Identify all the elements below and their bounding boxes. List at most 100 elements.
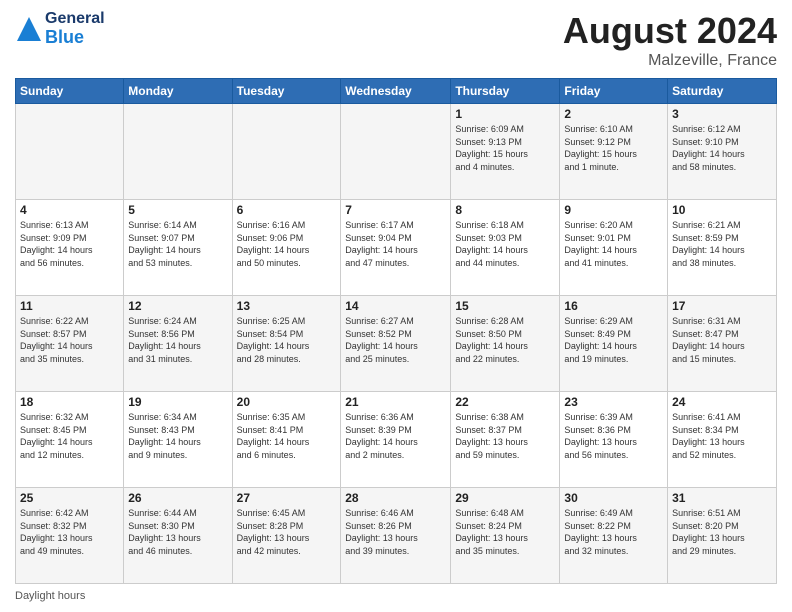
day-number: 2 <box>564 107 663 121</box>
day-cell: 27 Sunrise: 6:45 AM Sunset: 8:28 PM Dayli… <box>232 488 341 584</box>
week-row-0: 1Sunrise: 6:09 AM Sunset: 9:13 PM Daylig… <box>16 104 777 200</box>
day-cell: 24 Sunrise: 6:41 AM Sunset: 8:34 PM Dayli… <box>668 392 777 488</box>
day-info: Sunrise: 6:41 AM Sunset: 8:34 PM Dayligh… <box>672 411 772 461</box>
header-day-thursday: Thursday <box>451 79 560 104</box>
day-cell: 12 Sunrise: 6:24 AM Sunset: 8:56 PM Dayli… <box>124 296 232 392</box>
day-info: Sunrise: 6:49 AM Sunset: 8:22 PM Dayligh… <box>564 507 663 557</box>
day-info: Sunrise: 6:39 AM Sunset: 8:36 PM Dayligh… <box>564 411 663 461</box>
logo: General Blue <box>15 10 105 47</box>
day-cell: 5Sunrise: 6:14 AM Sunset: 9:07 PM Daylig… <box>124 200 232 296</box>
day-info: Sunrise: 6:44 AM Sunset: 8:30 PM Dayligh… <box>128 507 227 557</box>
page: General Blue August 2024 Malzeville, Fra… <box>0 0 792 612</box>
week-row-3: 18Sunrise: 6:32 AM Sunset: 8:45 PM Dayli… <box>16 392 777 488</box>
day-info: Sunrise: 6:35 AM Sunset: 8:41 PM Dayligh… <box>237 411 337 461</box>
day-info: Sunrise: 6:45 AM Sunset: 8:28 PM Dayligh… <box>237 507 337 557</box>
day-cell: 8Sunrise: 6:18 AM Sunset: 9:03 PM Daylig… <box>451 200 560 296</box>
day-number: 29 <box>455 491 555 505</box>
day-cell: 2Sunrise: 6:10 AM Sunset: 9:12 PM Daylig… <box>560 104 668 200</box>
footer: Daylight hours <box>15 590 777 602</box>
day-number: 8 <box>455 203 555 217</box>
day-cell <box>124 104 232 200</box>
day-info: Sunrise: 6:34 AM Sunset: 8:43 PM Dayligh… <box>128 411 227 461</box>
week-row-1: 4 Sunrise: 6:13 AM Sunset: 9:09 PM Daylig… <box>16 200 777 296</box>
day-cell: 13Sunrise: 6:25 AM Sunset: 8:54 PM Dayli… <box>232 296 341 392</box>
day-number: 23 <box>564 395 663 409</box>
day-number: 20 <box>237 395 337 409</box>
day-number: 4 <box>20 203 119 217</box>
day-info: Sunrise: 6:12 AM Sunset: 9:10 PM Dayligh… <box>672 123 772 173</box>
daylight-label: Daylight hours <box>15 590 85 602</box>
day-cell: 4 Sunrise: 6:13 AM Sunset: 9:09 PM Daylig… <box>16 200 124 296</box>
header: General Blue August 2024 Malzeville, Fra… <box>15 10 777 70</box>
day-info: Sunrise: 6:32 AM Sunset: 8:45 PM Dayligh… <box>20 411 119 461</box>
day-info: Sunrise: 6:21 AM Sunset: 8:59 PM Dayligh… <box>672 219 772 269</box>
week-row-4: 25Sunrise: 6:42 AM Sunset: 8:32 PM Dayli… <box>16 488 777 584</box>
day-cell: 29 Sunrise: 6:48 AM Sunset: 8:24 PM Dayli… <box>451 488 560 584</box>
header-row: SundayMondayTuesdayWednesdayThursdayFrid… <box>16 79 777 104</box>
day-number: 31 <box>672 491 772 505</box>
day-cell: 28 Sunrise: 6:46 AM Sunset: 8:26 PM Dayli… <box>341 488 451 584</box>
title-section: August 2024 Malzeville, France <box>563 10 777 70</box>
day-number: 15 <box>455 299 555 313</box>
day-cell: 22Sunrise: 6:38 AM Sunset: 8:37 PM Dayli… <box>451 392 560 488</box>
day-number: 26 <box>128 491 227 505</box>
day-cell <box>16 104 124 200</box>
day-number: 10 <box>672 203 772 217</box>
logo-icon <box>15 15 43 43</box>
day-cell: 7 Sunrise: 6:17 AM Sunset: 9:04 PM Daylig… <box>341 200 451 296</box>
calendar-body: 1Sunrise: 6:09 AM Sunset: 9:13 PM Daylig… <box>16 104 777 584</box>
month-title: August 2024 <box>563 10 777 52</box>
day-info: Sunrise: 6:16 AM Sunset: 9:06 PM Dayligh… <box>237 219 337 269</box>
day-info: Sunrise: 6:28 AM Sunset: 8:50 PM Dayligh… <box>455 315 555 365</box>
day-cell: 30 Sunrise: 6:49 AM Sunset: 8:22 PM Dayli… <box>560 488 668 584</box>
logo-blue-text: Blue <box>45 28 105 48</box>
day-cell: 6 Sunrise: 6:16 AM Sunset: 9:06 PM Daylig… <box>232 200 341 296</box>
day-number: 21 <box>345 395 446 409</box>
header-day-tuesday: Tuesday <box>232 79 341 104</box>
calendar-table: SundayMondayTuesdayWednesdayThursdayFrid… <box>15 78 777 584</box>
location: Malzeville, France <box>563 52 777 70</box>
day-cell: 23 Sunrise: 6:39 AM Sunset: 8:36 PM Dayli… <box>560 392 668 488</box>
day-number: 16 <box>564 299 663 313</box>
day-info: Sunrise: 6:22 AM Sunset: 8:57 PM Dayligh… <box>20 315 119 365</box>
day-cell: 1Sunrise: 6:09 AM Sunset: 9:13 PM Daylig… <box>451 104 560 200</box>
day-info: Sunrise: 6:48 AM Sunset: 8:24 PM Dayligh… <box>455 507 555 557</box>
logo-text: General Blue <box>45 10 105 47</box>
day-number: 30 <box>564 491 663 505</box>
day-number: 17 <box>672 299 772 313</box>
day-number: 13 <box>237 299 337 313</box>
day-info: Sunrise: 6:27 AM Sunset: 8:52 PM Dayligh… <box>345 315 446 365</box>
day-cell: 20 Sunrise: 6:35 AM Sunset: 8:41 PM Dayli… <box>232 392 341 488</box>
day-cell: 31Sunrise: 6:51 AM Sunset: 8:20 PM Dayli… <box>668 488 777 584</box>
day-number: 12 <box>128 299 227 313</box>
day-info: Sunrise: 6:13 AM Sunset: 9:09 PM Dayligh… <box>20 219 119 269</box>
day-cell: 9Sunrise: 6:20 AM Sunset: 9:01 PM Daylig… <box>560 200 668 296</box>
day-cell: 21 Sunrise: 6:36 AM Sunset: 8:39 PM Dayli… <box>341 392 451 488</box>
day-number: 7 <box>345 203 446 217</box>
day-cell: 17 Sunrise: 6:31 AM Sunset: 8:47 PM Dayli… <box>668 296 777 392</box>
day-number: 19 <box>128 395 227 409</box>
day-cell: 26 Sunrise: 6:44 AM Sunset: 8:30 PM Dayli… <box>124 488 232 584</box>
header-day-monday: Monday <box>124 79 232 104</box>
day-info: Sunrise: 6:29 AM Sunset: 8:49 PM Dayligh… <box>564 315 663 365</box>
calendar-header: SundayMondayTuesdayWednesdayThursdayFrid… <box>16 79 777 104</box>
day-info: Sunrise: 6:31 AM Sunset: 8:47 PM Dayligh… <box>672 315 772 365</box>
day-cell: 11 Sunrise: 6:22 AM Sunset: 8:57 PM Dayli… <box>16 296 124 392</box>
day-info: Sunrise: 6:14 AM Sunset: 9:07 PM Dayligh… <box>128 219 227 269</box>
logo-general-text: General <box>45 10 105 28</box>
day-cell: 19 Sunrise: 6:34 AM Sunset: 8:43 PM Dayli… <box>124 392 232 488</box>
day-number: 24 <box>672 395 772 409</box>
day-info: Sunrise: 6:42 AM Sunset: 8:32 PM Dayligh… <box>20 507 119 557</box>
day-info: Sunrise: 6:24 AM Sunset: 8:56 PM Dayligh… <box>128 315 227 365</box>
day-cell: 10 Sunrise: 6:21 AM Sunset: 8:59 PM Dayli… <box>668 200 777 296</box>
day-number: 6 <box>237 203 337 217</box>
calendar: SundayMondayTuesdayWednesdayThursdayFrid… <box>15 78 777 584</box>
day-number: 27 <box>237 491 337 505</box>
day-number: 28 <box>345 491 446 505</box>
day-number: 11 <box>20 299 119 313</box>
day-info: Sunrise: 6:17 AM Sunset: 9:04 PM Dayligh… <box>345 219 446 269</box>
header-day-friday: Friday <box>560 79 668 104</box>
day-info: Sunrise: 6:46 AM Sunset: 8:26 PM Dayligh… <box>345 507 446 557</box>
day-info: Sunrise: 6:36 AM Sunset: 8:39 PM Dayligh… <box>345 411 446 461</box>
week-row-2: 11 Sunrise: 6:22 AM Sunset: 8:57 PM Dayli… <box>16 296 777 392</box>
